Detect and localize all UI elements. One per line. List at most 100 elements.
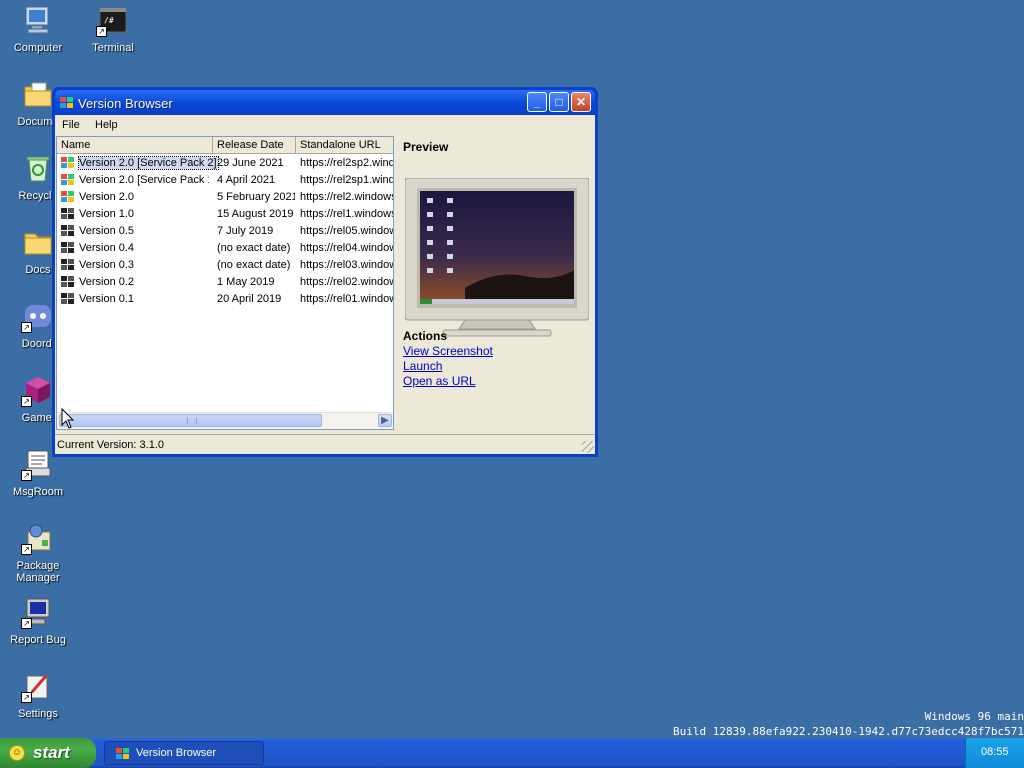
- preview-image: [404, 177, 590, 345]
- list-header: Name Release Date Standalone URL: [57, 137, 393, 154]
- desktop-icon-report-bug[interactable]: ↗ Report Bug: [0, 592, 76, 646]
- shortcut-arrow-icon: ↗: [21, 470, 32, 481]
- win96-color-icon: [61, 174, 74, 185]
- column-header-url[interactable]: Standalone URL: [296, 137, 393, 154]
- cell-name: Version 0.2: [79, 276, 135, 288]
- taskbar: ☺ start Version Browser 08:55: [0, 738, 1024, 768]
- menu-file[interactable]: File: [62, 119, 80, 131]
- cube-icon: ↗: [21, 374, 54, 407]
- column-header-name[interactable]: Name: [57, 137, 213, 154]
- desktop-icon-label: Package Manager: [16, 560, 60, 584]
- desktop-icon-settings[interactable]: ↗ Settings: [0, 666, 76, 720]
- win96-mono-icon: [61, 259, 74, 270]
- start-button[interactable]: ☺ start: [0, 738, 96, 768]
- taskbar-item-version-browser[interactable]: Version Browser: [104, 741, 264, 765]
- current-version-status: Current Version: 3.1.0: [57, 439, 165, 451]
- table-row[interactable]: Version 1.0 15 August 2019 https://rel1.wi…: [57, 206, 393, 223]
- cell-release-date: 29 June 2021: [217, 157, 284, 169]
- table-row[interactable]: Version 0.5 7 July 2019 https://rel05.wind…: [57, 223, 393, 240]
- cell-url: https://rel2.windows: [300, 191, 393, 203]
- win96-mono-icon: [61, 276, 74, 287]
- computer-icon: [22, 4, 54, 36]
- title-bar[interactable]: Version Browser _ □ ✕: [55, 90, 595, 115]
- column-header-release-date[interactable]: Release Date: [213, 137, 296, 154]
- close-button[interactable]: ✕: [571, 92, 591, 112]
- win96-color-icon: [61, 157, 74, 168]
- resize-grip-icon[interactable]: [582, 441, 594, 453]
- preview-heading: Preview: [403, 140, 449, 154]
- cell-name: Version 0.4: [79, 242, 135, 254]
- scrollbar-thumb[interactable]: [59, 414, 322, 427]
- desktop-icon-label: Terminal: [92, 42, 134, 54]
- table-row[interactable]: Version 0.4 (no exact date) https://rel04.…: [57, 240, 393, 257]
- window-client-area: File Help Name Release Date Standalone U…: [55, 115, 595, 454]
- cell-name: Version 2.0: [79, 191, 135, 203]
- maximize-button[interactable]: □: [549, 92, 569, 112]
- status-bar: Current Version: 3.1.0: [55, 434, 595, 454]
- scroll-right-button[interactable]: ▶: [378, 414, 392, 427]
- cell-name: Version 2.0 [Service Pack 2]: [78, 156, 219, 170]
- version-browser-window: Version Browser _ □ ✕ File Help Name Rel…: [52, 87, 598, 457]
- cell-release-date: 15 August 2019: [217, 208, 294, 220]
- clock[interactable]: 08:55: [981, 746, 1009, 758]
- win96-mono-icon: [61, 242, 74, 253]
- table-row[interactable]: Version 2.0 [Service Pack 1] 4 April 2021…: [57, 172, 393, 189]
- view-screenshot-link[interactable]: View Screenshot: [403, 344, 493, 358]
- table-row[interactable]: Version 0.3 (no exact date) https://rel03.…: [57, 257, 393, 274]
- documents-folder-icon: [22, 78, 54, 110]
- table-row[interactable]: Version 0.2 1 May 2019 https://rel02.windo…: [57, 274, 393, 291]
- shortcut-arrow-icon: ↗: [21, 692, 32, 703]
- cell-name: Version 0.5: [79, 225, 135, 237]
- cell-release-date: 5 February 2021: [217, 191, 295, 203]
- minimize-button[interactable]: _: [527, 92, 547, 112]
- start-label: start: [33, 743, 70, 762]
- cell-release-date: 20 April 2019: [217, 293, 282, 305]
- desktop-icon-label: Report Bug: [10, 634, 66, 646]
- shortcut-arrow-icon: ↗: [21, 322, 32, 333]
- desktop-icon-label: Computer: [13, 42, 63, 54]
- shortcut-arrow-icon: ↗: [96, 26, 107, 37]
- cell-name: Version 1.0: [79, 208, 135, 220]
- cell-url: https://rel2sp1.windo: [300, 174, 393, 186]
- folder-icon: [22, 226, 54, 258]
- desktop-icon-package-manager[interactable]: ↗ Package Manager: [0, 518, 76, 584]
- grip-icon: [187, 418, 197, 424]
- shortcut-arrow-icon: ↗: [21, 618, 32, 629]
- desktop-icon-terminal[interactable]: /# ↗ Terminal: [75, 0, 151, 54]
- cell-release-date: 4 April 2021: [217, 174, 276, 186]
- cell-url: https://rel2sp2.wind: [300, 157, 393, 169]
- cell-release-date: (no exact date): [217, 259, 291, 271]
- cell-release-date: 7 July 2019: [217, 225, 274, 237]
- cell-release-date: (no exact date): [217, 242, 291, 254]
- actions-heading: Actions: [403, 329, 448, 343]
- cell-name: Version 0.3: [79, 259, 135, 271]
- table-row[interactable]: Version 2.0 [Service Pack 2] 29 June 2021…: [57, 155, 393, 172]
- svg-text:/#: /#: [104, 16, 114, 25]
- discord-icon: ↗: [21, 300, 54, 333]
- desktop-icon-computer[interactable]: Computer: [0, 0, 76, 54]
- win96-color-icon: [61, 191, 74, 202]
- smiley-icon: ☺: [9, 745, 25, 761]
- cell-url: https://rel03.window: [300, 259, 393, 271]
- mouse-cursor-icon: [61, 408, 75, 429]
- table-row[interactable]: Version 2.0 5 February 2021 https://rel2.w…: [57, 189, 393, 206]
- package-icon: ↗: [21, 522, 54, 555]
- win96-mono-icon: [61, 293, 74, 304]
- desktop-icon-label: MsgRoom: [12, 486, 64, 498]
- horizontal-scrollbar[interactable]: ▶: [57, 412, 393, 429]
- menu-help[interactable]: Help: [95, 119, 118, 131]
- shortcut-arrow-icon: ↗: [21, 396, 32, 407]
- taskbar-item-label: Version Browser: [136, 747, 217, 759]
- win96-app-icon: [60, 97, 73, 108]
- version-list[interactable]: Name Release Date Standalone URL Version…: [56, 136, 394, 430]
- cell-url: https://rel01.window: [300, 293, 393, 305]
- close-icon: ✕: [575, 95, 587, 109]
- table-row[interactable]: Version 0.1 20 April 2019 https://rel01.wi…: [57, 291, 393, 308]
- launch-link[interactable]: Launch: [403, 359, 442, 373]
- win96-mono-icon: [61, 208, 74, 219]
- recycle-bin-icon: [22, 152, 54, 184]
- desktop-icon-label: Settings: [18, 708, 58, 720]
- win96-app-icon: [116, 748, 129, 759]
- win96-mono-icon: [61, 225, 74, 236]
- open-as-url-link[interactable]: Open as URL: [403, 374, 476, 388]
